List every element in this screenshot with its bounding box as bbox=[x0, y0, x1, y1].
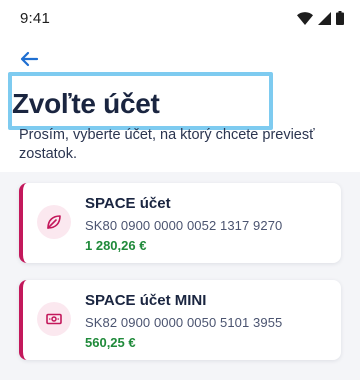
back-button[interactable] bbox=[14, 50, 44, 72]
account-card-space-mini[interactable]: SPACE účet MINI SK82 0900 0000 0050 5101… bbox=[19, 280, 341, 360]
account-iban: SK80 0900 0000 0052 1317 9270 bbox=[85, 218, 283, 233]
page-title: Zvoľte účet bbox=[12, 88, 160, 119]
banknote-icon bbox=[37, 302, 71, 336]
status-bar: 9:41 bbox=[0, 0, 360, 36]
arrow-left-icon bbox=[19, 51, 39, 72]
screen: 9:41 Zvoľte účet Prosím, vyberte účet, n… bbox=[0, 0, 360, 380]
account-card-space[interactable]: SPACE účet SK80 0900 0000 0052 1317 9270… bbox=[19, 183, 341, 263]
account-balance: 1 280,26 € bbox=[85, 238, 147, 253]
account-name: SPACE účet MINI bbox=[85, 292, 207, 309]
account-iban: SK82 0900 0000 0050 5101 3955 bbox=[85, 315, 283, 330]
cellular-signal-icon bbox=[318, 11, 331, 25]
account-balance: 560,25 € bbox=[85, 335, 136, 350]
leaf-icon bbox=[37, 205, 71, 239]
battery-icon bbox=[336, 11, 344, 25]
wifi-icon bbox=[297, 11, 313, 25]
status-icons bbox=[297, 11, 344, 25]
header: Zvoľte účet Prosím, vyberte účet, na kto… bbox=[0, 36, 360, 172]
status-time: 9:41 bbox=[20, 10, 50, 27]
account-name: SPACE účet bbox=[85, 195, 171, 212]
page-subtitle: Prosím, vyberte účet, na ktorý chcete pr… bbox=[19, 127, 315, 162]
